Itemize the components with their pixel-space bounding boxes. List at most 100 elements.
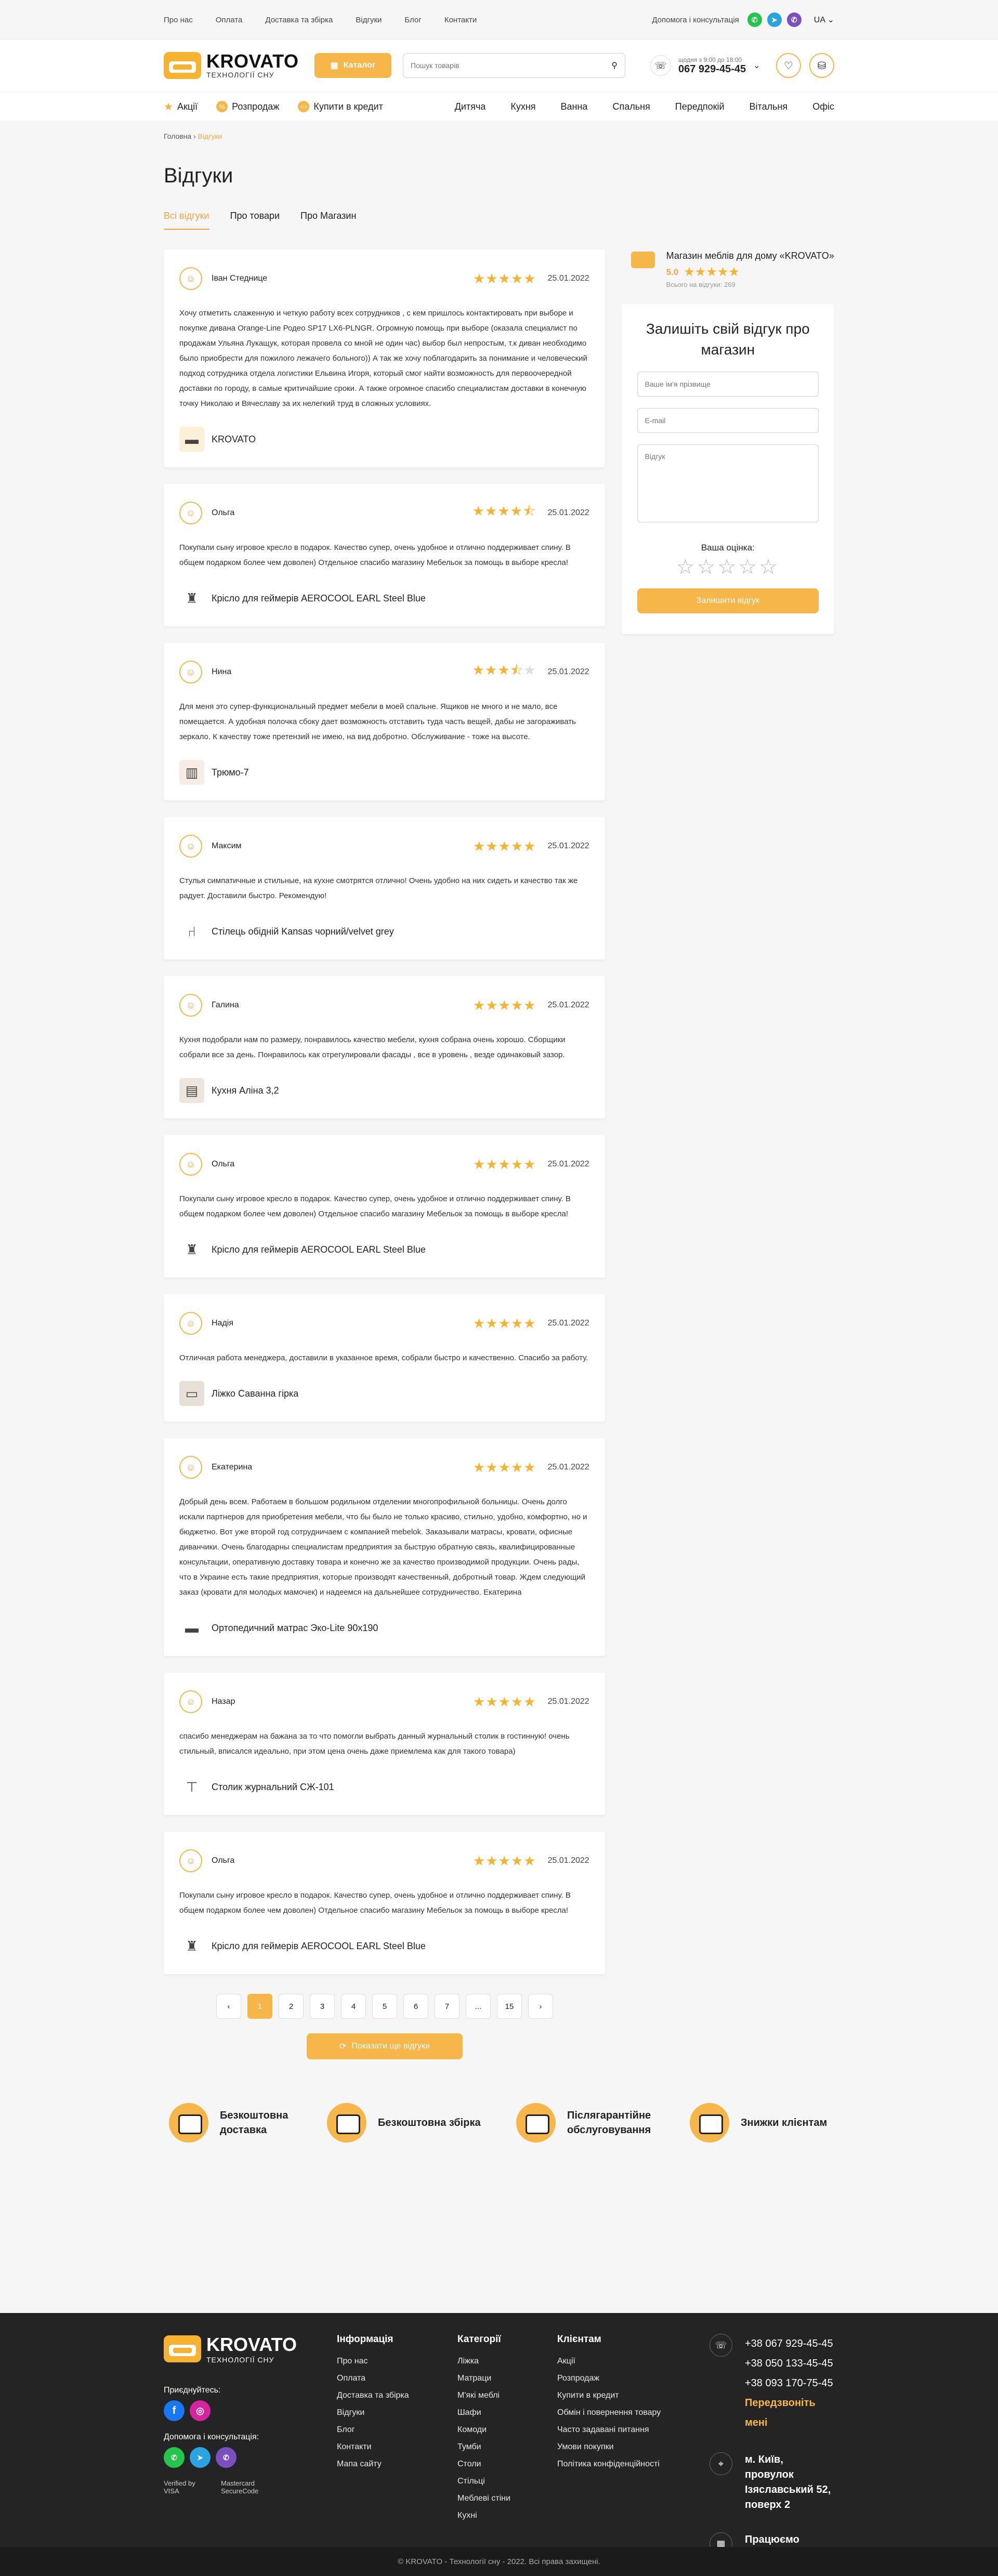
review-card: ☺ Надія ★★★★★ 25.01.2022 Отличная работа мен… bbox=[164, 1294, 605, 1422]
pagination-page[interactable]: 6 bbox=[403, 1994, 428, 2019]
review-product[interactable]: ⑁ Стілець обідній Kansas чорний/velvet gr… bbox=[179, 919, 589, 944]
pagination-prev-button[interactable]: ‹ bbox=[216, 1994, 241, 2019]
footer-info-link[interactable]: Мапа сайту bbox=[337, 2455, 457, 2473]
footer-client-link[interactable]: Розпродаж bbox=[557, 2370, 710, 2387]
footer-category-link[interactable]: Тумби bbox=[457, 2438, 557, 2455]
review-card: ☺ Ольга ★★★★★ 25.01.2022 Покупали сыну игров… bbox=[164, 1135, 605, 1278]
footer-info-link[interactable]: Про нас bbox=[337, 2352, 457, 2370]
footer-category-link[interactable]: Столи bbox=[457, 2455, 557, 2473]
tab-shop-reviews[interactable]: Про Магазин bbox=[300, 211, 356, 230]
callback-link[interactable]: Передзвоніть мені bbox=[745, 2393, 834, 2433]
nav-cat-kids[interactable]: Дитяча bbox=[455, 101, 486, 112]
nav-cat-living[interactable]: Вітальня bbox=[750, 101, 788, 112]
telegram-icon[interactable]: ➤ bbox=[767, 12, 782, 27]
review-author: Ольга bbox=[212, 1160, 235, 1168]
review-product[interactable]: ▤ Кухня Аліна 3,2 bbox=[179, 1078, 589, 1103]
viber-icon[interactable]: ✆ bbox=[216, 2447, 237, 2468]
nav-cat-office[interactable]: Офіс bbox=[812, 101, 834, 112]
viber-icon[interactable]: ✆ bbox=[786, 12, 802, 27]
footer-info-link[interactable]: Оплата bbox=[337, 2370, 457, 2387]
nav-promo-credit[interactable]: ▭ Купити в кредит bbox=[298, 101, 383, 112]
review-product[interactable]: ♜ Крісло для геймерів AEROCOOL EARL Steel… bbox=[179, 1934, 589, 1959]
pagination-page[interactable]: 7 bbox=[435, 1994, 459, 2019]
tab-all-reviews[interactable]: Всі відгуки bbox=[164, 211, 209, 230]
review-product[interactable]: ♜ Крісло для геймерів AEROCOOL EARL Steel… bbox=[179, 586, 589, 611]
language-label: UA bbox=[813, 16, 825, 24]
review-product-name: Крісло для геймерів AEROCOOL EARL Steel … bbox=[212, 593, 426, 603]
box-icon bbox=[327, 2103, 366, 2143]
breadcrumb-home[interactable]: Головна bbox=[164, 132, 191, 140]
nav-cat-bedroom[interactable]: Спальня bbox=[612, 101, 650, 112]
footer-phone[interactable]: +38 050 133-45-45 bbox=[745, 2354, 834, 2373]
tab-product-reviews[interactable]: Про товари bbox=[230, 211, 280, 230]
pagination-page[interactable]: 2 bbox=[279, 1994, 304, 2019]
footer-info-link[interactable]: Відгуки bbox=[337, 2404, 457, 2421]
footer-phone[interactable]: +38 093 170-75-45 bbox=[745, 2373, 834, 2393]
footer-phone[interactable]: +38 067 929-45-45 bbox=[745, 2334, 834, 2354]
footer-category-link[interactable]: М'які меблі bbox=[457, 2387, 557, 2404]
show-more-button[interactable]: ⟳ Показати ще відгуки bbox=[307, 2033, 463, 2059]
whatsapp-icon[interactable]: ✆ bbox=[164, 2447, 185, 2468]
logo[interactable]: KROVATO ТЕХНОЛОГІЇ СНУ bbox=[164, 52, 314, 79]
pagination-page[interactable]: 5 bbox=[372, 1994, 397, 2019]
pagination-page[interactable]: 15 bbox=[497, 1994, 522, 2019]
pagination-page[interactable]: ... bbox=[466, 1994, 491, 2019]
footer-category-link[interactable]: Кухні bbox=[457, 2507, 557, 2524]
footer-info-link[interactable]: Блог bbox=[337, 2421, 457, 2438]
footer-client-link[interactable]: Купити в кредит bbox=[557, 2387, 710, 2404]
footer-category-link[interactable]: Ліжка bbox=[457, 2352, 557, 2370]
review-textarea[interactable] bbox=[637, 444, 819, 522]
whatsapp-icon[interactable]: ✆ bbox=[747, 12, 762, 27]
review-product[interactable]: ⊤ Столик журнальний СЖ-101 bbox=[179, 1775, 589, 1799]
top-link-about[interactable]: Про нас bbox=[164, 16, 193, 24]
pagination-page[interactable]: 3 bbox=[310, 1994, 335, 2019]
top-link-contacts[interactable]: Контакти bbox=[444, 16, 477, 24]
footer-client-link[interactable]: Умови покупки bbox=[557, 2438, 710, 2455]
wishlist-heart-icon[interactable]: ♡ bbox=[776, 53, 801, 78]
review-card: ☺ Максим ★★★★★ 25.01.2022 Стулья симпатичные… bbox=[164, 817, 605, 960]
review-product[interactable]: ▬ Ортопедичний матрас Эко-Lite 90x190 bbox=[179, 1615, 589, 1640]
footer-client-link[interactable]: Політика конфіденційності bbox=[557, 2455, 710, 2473]
header-phone[interactable]: 067 929-45-45 bbox=[678, 63, 746, 75]
footer-category-link[interactable]: Шафи bbox=[457, 2404, 557, 2421]
pagination-page[interactable]: 1 bbox=[247, 1994, 272, 2019]
footer-client-link[interactable]: Обмін і повернення товару bbox=[557, 2404, 710, 2421]
search-input[interactable] bbox=[411, 61, 587, 70]
chevron-down-icon[interactable]: ⌄ bbox=[753, 60, 760, 71]
search-icon[interactable]: ⚲ bbox=[611, 60, 618, 71]
top-link-reviews[interactable]: Відгуки bbox=[356, 16, 382, 24]
catalog-button[interactable]: ▦ Каталог bbox=[314, 53, 391, 78]
facebook-icon[interactable]: f bbox=[164, 2400, 185, 2421]
top-link-payment[interactable]: Оплата bbox=[216, 16, 243, 24]
nav-cat-bathroom[interactable]: Ванна bbox=[561, 101, 588, 112]
footer-category-link[interactable]: Комоди bbox=[457, 2421, 557, 2438]
review-tabs: Всі відгуки Про товари Про Магазин bbox=[164, 211, 834, 230]
review-product[interactable]: ▥ Трюмо-7 bbox=[179, 760, 589, 785]
pagination-next-button[interactable]: › bbox=[528, 1994, 553, 2019]
nav-cat-kitchen[interactable]: Кухня bbox=[510, 101, 535, 112]
review-product[interactable]: ▬ KROVATO bbox=[179, 427, 589, 452]
footer-info-link[interactable]: Доставка та збірка bbox=[337, 2387, 457, 2404]
top-link-blog[interactable]: Блог bbox=[404, 16, 421, 24]
footer-category-link[interactable]: Матраци bbox=[457, 2370, 557, 2387]
top-link-delivery[interactable]: Доставка та збірка bbox=[265, 16, 333, 24]
nav-promo-sales[interactable]: ★ Акції bbox=[164, 100, 198, 113]
instagram-icon[interactable]: ◎ bbox=[190, 2400, 211, 2421]
telegram-icon[interactable]: ➤ bbox=[190, 2447, 211, 2468]
language-selector[interactable]: UA ⌄ bbox=[814, 15, 834, 25]
name-field[interactable] bbox=[637, 372, 819, 397]
review-product[interactable]: ♜ Крісло для геймерів AEROCOOL EARL Steel… bbox=[179, 1237, 589, 1262]
footer-info-link[interactable]: Контакти bbox=[337, 2438, 457, 2455]
footer-client-link[interactable]: Часто задавані питання bbox=[557, 2421, 710, 2438]
submit-review-button[interactable]: Залишити відгук bbox=[637, 588, 819, 613]
nav-cat-hallway[interactable]: Передпокій bbox=[675, 101, 725, 112]
footer-client-link[interactable]: Акції bbox=[557, 2352, 710, 2370]
footer-category-link[interactable]: Меблеві стіни bbox=[457, 2490, 557, 2507]
email-field[interactable] bbox=[637, 408, 819, 433]
rating-star-picker[interactable]: ☆☆☆☆☆ bbox=[637, 555, 819, 579]
cart-basket-icon[interactable]: ⛁ bbox=[809, 53, 834, 78]
nav-promo-clearance[interactable]: % Розпродаж bbox=[216, 101, 279, 112]
review-product[interactable]: ▭ Ліжко Саванна гірка bbox=[179, 1381, 589, 1406]
pagination-page[interactable]: 4 bbox=[341, 1994, 366, 2019]
footer-category-link[interactable]: Стільці bbox=[457, 2473, 557, 2490]
